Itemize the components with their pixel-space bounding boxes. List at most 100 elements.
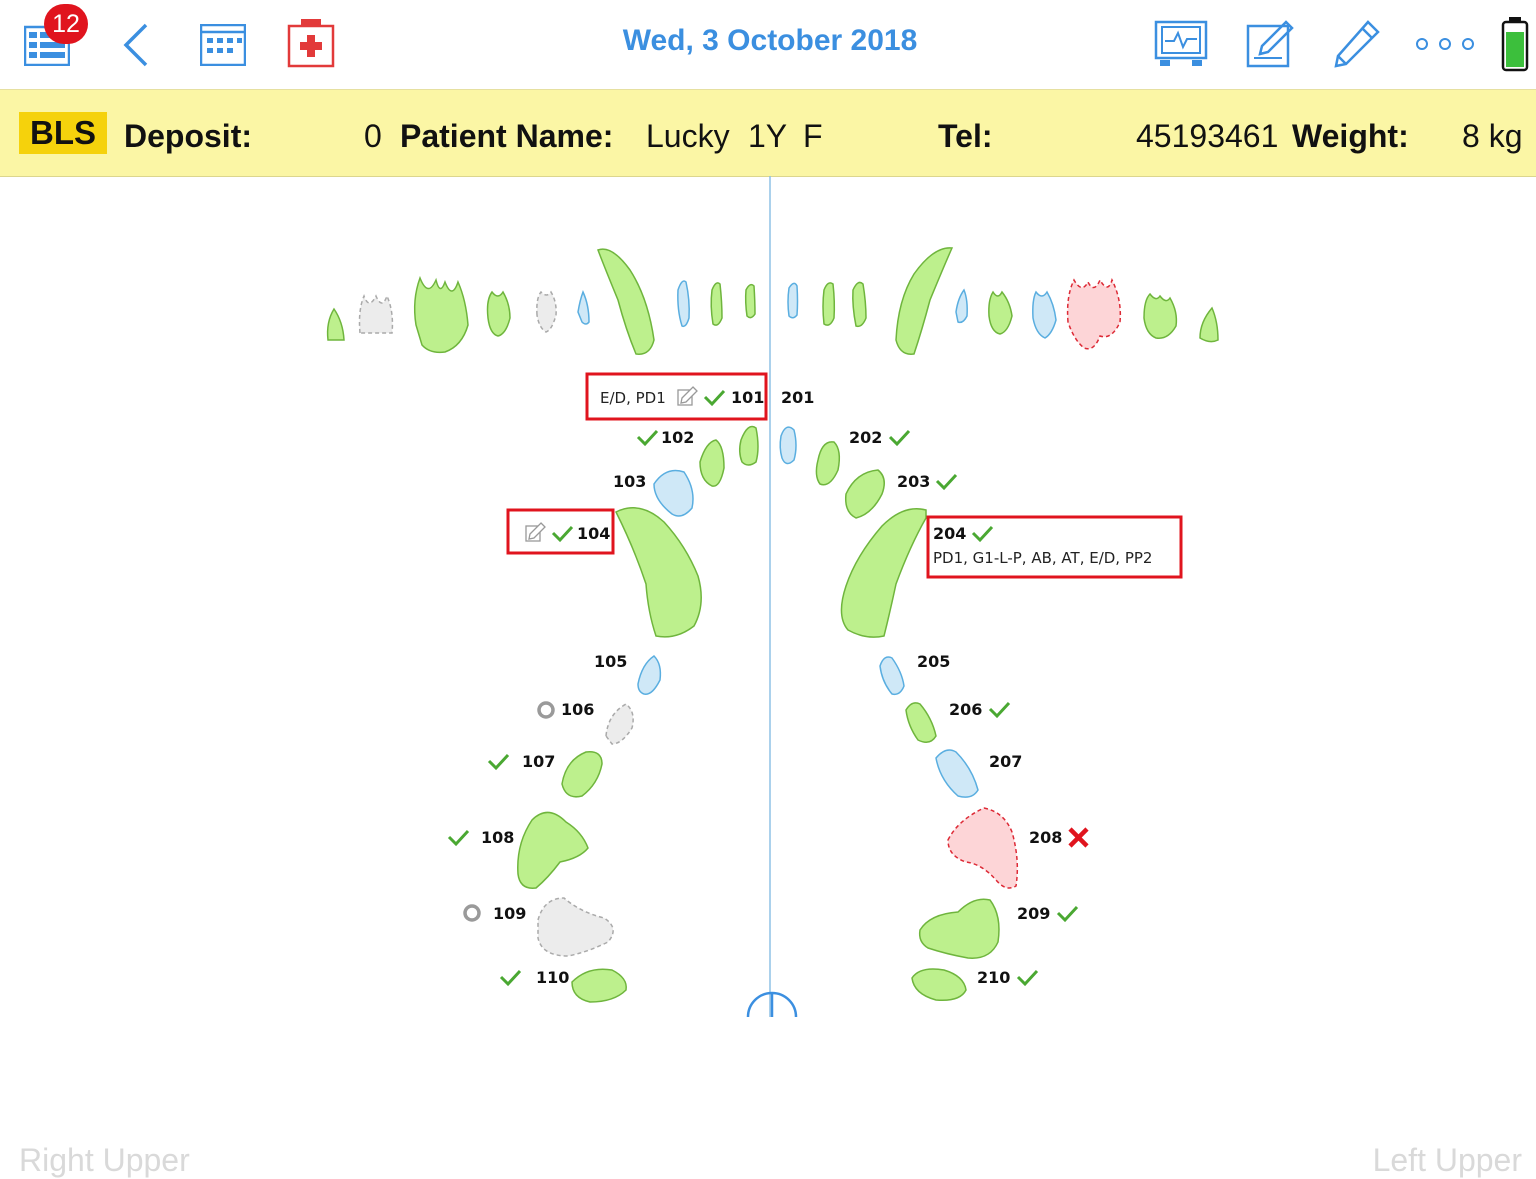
label-206: 206 <box>949 700 982 719</box>
tooth-108 <box>517 811 589 889</box>
dental-chart-canvas: E/D, PD1 101 102 103 104 105 106 107 108… <box>326 176 1219 1018</box>
label-204: 204 <box>933 524 966 543</box>
label-208: 208 <box>1029 828 1062 847</box>
pencil-icon[interactable] <box>1334 20 1380 68</box>
check-icon <box>499 969 522 987</box>
label-106: 106 <box>561 700 594 719</box>
note-101: E/D, PD1 <box>600 389 666 407</box>
side-tooth <box>822 282 836 326</box>
side-tooth <box>895 247 954 355</box>
circle-status-icon <box>537 701 555 719</box>
side-tooth <box>852 281 867 328</box>
check-icon <box>703 389 726 407</box>
label-209: 209 <box>1017 904 1050 923</box>
label-202: 202 <box>849 428 882 447</box>
side-tooth <box>597 248 655 355</box>
label-105: 105 <box>594 652 627 671</box>
tooth-203 <box>844 469 885 519</box>
deposit-label: Deposit: <box>124 118 252 154</box>
side-tooth <box>326 307 345 341</box>
side-tooth <box>787 282 799 319</box>
weight-label: Weight: <box>1292 118 1409 154</box>
tooth-103 <box>653 469 694 517</box>
check-icon <box>1056 905 1079 923</box>
check-icon <box>487 753 510 771</box>
tooth-202 <box>815 441 841 486</box>
label-101: 101 <box>731 388 764 407</box>
label-207: 207 <box>989 752 1022 771</box>
tooth-101 <box>738 425 759 466</box>
deposit-value: 0 <box>364 118 382 154</box>
back-icon[interactable] <box>120 22 152 68</box>
medical-kit-icon[interactable] <box>286 18 336 68</box>
side-tooth <box>677 280 690 328</box>
tooth-209 <box>918 898 1000 959</box>
edit-note-icon[interactable] <box>1246 20 1294 68</box>
side-tooth <box>1199 306 1219 343</box>
check-icon <box>1016 969 1039 987</box>
right-upper-label: Right Upper <box>19 1142 190 1178</box>
patient-age: 1Y <box>748 118 788 154</box>
tooth-107 <box>561 751 603 798</box>
check-icon <box>447 829 470 847</box>
edit-icon[interactable] <box>677 386 698 406</box>
edit-icon[interactable] <box>525 522 546 542</box>
side-tooth <box>536 290 557 333</box>
tooth-206 <box>905 702 937 743</box>
check-icon <box>988 701 1011 719</box>
patient-info-bar: BLS Deposit: 0 Patient Name: Lucky 1Y F … <box>0 89 1536 177</box>
calendar-icon[interactable] <box>199 23 247 67</box>
tooth-110 <box>571 968 627 1003</box>
side-tooth <box>413 275 469 354</box>
label-108: 108 <box>481 828 514 847</box>
label-203: 203 <box>897 472 930 491</box>
notification-badge: 12 <box>44 4 88 44</box>
tooth-210 <box>911 968 967 1002</box>
tooth-109 <box>537 897 614 957</box>
tooth-208 <box>947 807 1019 889</box>
tel-value: 45193461 <box>1136 118 1279 154</box>
side-view-teeth <box>326 247 1219 355</box>
check-icon <box>636 429 659 447</box>
patient-name: Lucky <box>646 118 730 154</box>
label-109: 109 <box>493 904 526 923</box>
patient-name-label: Patient Name: <box>400 118 614 154</box>
side-tooth <box>988 290 1013 335</box>
side-tooth <box>577 290 590 325</box>
tooth-106 <box>605 703 634 745</box>
side-tooth <box>955 288 968 324</box>
tooth-102 <box>699 439 725 487</box>
check-icon <box>971 525 994 543</box>
tooth-204 <box>840 508 927 638</box>
tooth-105 <box>637 655 662 695</box>
tel-label: Tel: <box>938 118 993 154</box>
label-104: 104 <box>577 524 610 543</box>
tooth-201 <box>779 426 797 465</box>
date-title[interactable]: Wed, 3 October 2018 <box>560 24 980 58</box>
top-toolbar: 12 Wed, 3 October 2018 <box>0 0 1536 88</box>
label-103: 103 <box>613 472 646 491</box>
check-icon <box>935 473 958 491</box>
side-tooth <box>710 282 723 326</box>
more-icon[interactable] <box>1414 34 1476 54</box>
tooth-207 <box>935 749 979 798</box>
status-marks <box>447 386 1089 987</box>
battery-icon <box>1500 16 1530 72</box>
label-107: 107 <box>522 752 555 771</box>
side-tooth <box>486 290 511 337</box>
label-201: 201 <box>781 388 814 407</box>
label-102: 102 <box>661 428 694 447</box>
note-204: PD1, G1-L-P, AB, AT, E/D, PP2 <box>933 549 1152 567</box>
label-210: 210 <box>977 968 1010 987</box>
dental-chart: E/D, PD1 101 102 103 104 105 106 107 108… <box>0 176 1536 1178</box>
left-upper-label: Left Upper <box>1372 1142 1522 1178</box>
tooth-104 <box>614 507 702 638</box>
side-tooth <box>1066 277 1122 350</box>
circle-status-icon <box>463 904 481 922</box>
monitor-icon[interactable] <box>1154 20 1208 68</box>
label-205: 205 <box>917 652 950 671</box>
weight-value: 8 kg <box>1462 118 1523 154</box>
label-110: 110 <box>536 968 569 987</box>
check-icon <box>551 525 574 543</box>
patient-sex: F <box>803 118 823 154</box>
